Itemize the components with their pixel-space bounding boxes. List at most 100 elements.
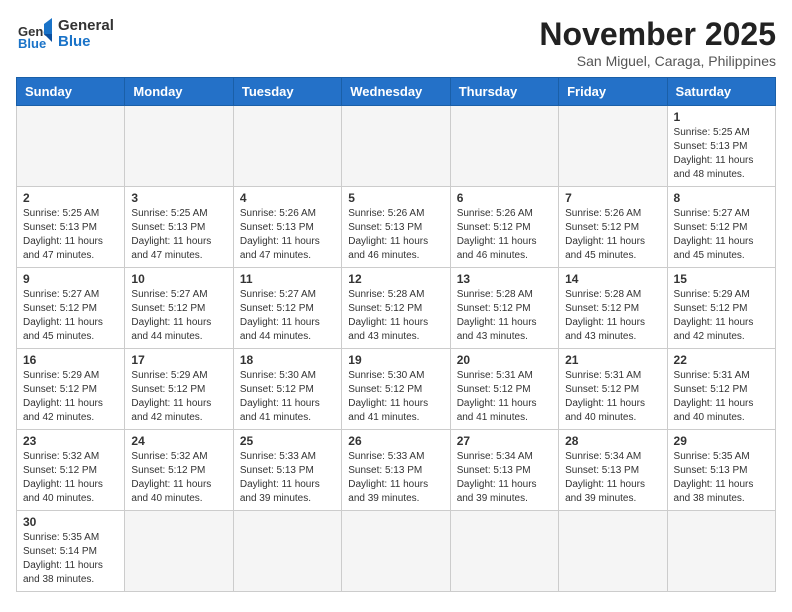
day-info: Sunrise: 5:34 AM Sunset: 5:13 PM Dayligh… <box>457 450 552 506</box>
calendar-week-4: 16 Sunrise: 5:29 AM Sunset: 5:12 PM Dayli… <box>17 349 776 430</box>
day-info: Sunrise: 5:31 AM Sunset: 5:12 PM Dayligh… <box>565 369 660 425</box>
day-number: 9 <box>23 272 118 286</box>
calendar-cell: 17Sunrise: 5:29 AM Sunset: 5:12 PM Dayli… <box>125 349 233 430</box>
day-info: Sunrise: 5:34 AM Sunset: 5:13 PM Dayligh… <box>565 450 660 506</box>
calendar-week-5: 23 Sunrise: 5:32 AM Sunset: 5:12 PM Dayli… <box>17 430 776 511</box>
calendar-week-1: 1 Sunrise: 5:25 AM Sunset: 5:13 PM Daylig… <box>17 106 776 187</box>
day-number: 22 <box>674 353 769 367</box>
day-info: Sunrise: 5:25 AM Sunset: 5:13 PM Dayligh… <box>131 207 226 263</box>
calendar-cell: 21 Sunrise: 5:31 AM Sunset: 5:12 PM Dayli… <box>559 349 667 430</box>
calendar-cell: 14 Sunrise: 5:28 AM Sunset: 5:12 PM Dayli… <box>559 268 667 349</box>
calendar-cell: 8Sunrise: 5:27 AM Sunset: 5:12 PM Daylig… <box>667 187 775 268</box>
calendar-cell: 4 Sunrise: 5:26 AM Sunset: 5:13 PM Daylig… <box>233 187 341 268</box>
title-area: November 2025 San Miguel, Caraga, Philip… <box>539 16 776 69</box>
logo-blue: Blue <box>58 34 114 51</box>
weekday-header-row: SundayMondayTuesdayWednesdayThursdayFrid… <box>17 78 776 106</box>
calendar-cell <box>667 511 775 592</box>
day-info: Sunrise: 5:28 AM Sunset: 5:12 PM Dayligh… <box>565 288 660 344</box>
day-number: 29 <box>674 434 769 448</box>
calendar-cell <box>125 511 233 592</box>
calendar-cell: 5Sunrise: 5:26 AM Sunset: 5:13 PM Daylig… <box>342 187 450 268</box>
day-info: Sunrise: 5:31 AM Sunset: 5:12 PM Dayligh… <box>674 369 769 425</box>
day-info: Sunrise: 5:27 AM Sunset: 5:12 PM Dayligh… <box>131 288 226 344</box>
calendar-cell: 1 Sunrise: 5:25 AM Sunset: 5:13 PM Daylig… <box>667 106 775 187</box>
calendar-cell: 18 Sunrise: 5:30 AM Sunset: 5:12 PM Dayli… <box>233 349 341 430</box>
calendar-cell: 22 Sunrise: 5:31 AM Sunset: 5:12 PM Dayli… <box>667 349 775 430</box>
day-number: 18 <box>240 353 335 367</box>
day-number: 19 <box>348 353 443 367</box>
calendar-cell <box>450 106 558 187</box>
day-info: Sunrise: 5:32 AM Sunset: 5:12 PM Dayligh… <box>23 450 118 506</box>
weekday-header-monday: Monday <box>125 78 233 106</box>
day-number: 27 <box>457 434 552 448</box>
day-number: 15 <box>674 272 769 286</box>
day-number: 21 <box>565 353 660 367</box>
day-info: Sunrise: 5:30 AM Sunset: 5:12 PM Dayligh… <box>348 369 443 425</box>
logo-icon: General Blue <box>16 16 52 52</box>
calendar-cell <box>342 106 450 187</box>
day-info: Sunrise: 5:35 AM Sunset: 5:13 PM Dayligh… <box>674 450 769 506</box>
calendar-cell: 11Sunrise: 5:27 AM Sunset: 5:12 PM Dayli… <box>233 268 341 349</box>
calendar-cell: 27 Sunrise: 5:34 AM Sunset: 5:13 PM Dayli… <box>450 430 558 511</box>
day-number: 23 <box>23 434 118 448</box>
month-title: November 2025 <box>539 16 776 53</box>
calendar-cell: 2 Sunrise: 5:25 AM Sunset: 5:13 PM Daylig… <box>17 187 125 268</box>
day-info: Sunrise: 5:28 AM Sunset: 5:12 PM Dayligh… <box>457 288 552 344</box>
calendar-cell: 23 Sunrise: 5:32 AM Sunset: 5:12 PM Dayli… <box>17 430 125 511</box>
calendar-cell: 13Sunrise: 5:28 AM Sunset: 5:12 PM Dayli… <box>450 268 558 349</box>
weekday-header-saturday: Saturday <box>667 78 775 106</box>
calendar-cell <box>342 511 450 592</box>
day-number: 25 <box>240 434 335 448</box>
weekday-header-tuesday: Tuesday <box>233 78 341 106</box>
day-info: Sunrise: 5:33 AM Sunset: 5:13 PM Dayligh… <box>240 450 335 506</box>
day-number: 6 <box>457 191 552 205</box>
day-number: 3 <box>131 191 226 205</box>
weekday-header-thursday: Thursday <box>450 78 558 106</box>
calendar-cell: 16 Sunrise: 5:29 AM Sunset: 5:12 PM Dayli… <box>17 349 125 430</box>
day-info: Sunrise: 5:35 AM Sunset: 5:14 PM Dayligh… <box>23 531 118 587</box>
day-info: Sunrise: 5:29 AM Sunset: 5:12 PM Dayligh… <box>23 369 118 425</box>
logo: General Blue General Blue <box>16 16 114 52</box>
day-info: Sunrise: 5:30 AM Sunset: 5:12 PM Dayligh… <box>240 369 335 425</box>
day-number: 8 <box>674 191 769 205</box>
svg-text:Blue: Blue <box>18 36 46 51</box>
day-number: 7 <box>565 191 660 205</box>
calendar-cell <box>559 511 667 592</box>
calendar-cell: 25 Sunrise: 5:33 AM Sunset: 5:13 PM Dayli… <box>233 430 341 511</box>
calendar-cell: 3 Sunrise: 5:25 AM Sunset: 5:13 PM Daylig… <box>125 187 233 268</box>
day-number: 28 <box>565 434 660 448</box>
day-number: 24 <box>131 434 226 448</box>
day-number: 26 <box>348 434 443 448</box>
day-info: Sunrise: 5:28 AM Sunset: 5:12 PM Dayligh… <box>348 288 443 344</box>
calendar-cell: 9 Sunrise: 5:27 AM Sunset: 5:12 PM Daylig… <box>17 268 125 349</box>
day-number: 16 <box>23 353 118 367</box>
calendar-cell: 24 Sunrise: 5:32 AM Sunset: 5:12 PM Dayli… <box>125 430 233 511</box>
day-info: Sunrise: 5:32 AM Sunset: 5:12 PM Dayligh… <box>131 450 226 506</box>
calendar-cell: 10 Sunrise: 5:27 AM Sunset: 5:12 PM Dayli… <box>125 268 233 349</box>
calendar-cell: 6Sunrise: 5:26 AM Sunset: 5:12 PM Daylig… <box>450 187 558 268</box>
logo-general: General <box>58 18 114 35</box>
day-number: 2 <box>23 191 118 205</box>
day-number: 5 <box>348 191 443 205</box>
subtitle: San Miguel, Caraga, Philippines <box>539 53 776 69</box>
day-info: Sunrise: 5:31 AM Sunset: 5:12 PM Dayligh… <box>457 369 552 425</box>
calendar-cell <box>125 106 233 187</box>
day-number: 1 <box>674 110 769 124</box>
calendar-cell: 15Sunrise: 5:29 AM Sunset: 5:12 PM Dayli… <box>667 268 775 349</box>
day-number: 10 <box>131 272 226 286</box>
day-info: Sunrise: 5:25 AM Sunset: 5:13 PM Dayligh… <box>674 126 769 182</box>
calendar-cell <box>233 106 341 187</box>
day-number: 11 <box>240 272 335 286</box>
weekday-header-sunday: Sunday <box>17 78 125 106</box>
day-info: Sunrise: 5:26 AM Sunset: 5:13 PM Dayligh… <box>240 207 335 263</box>
day-number: 30 <box>23 515 118 529</box>
day-info: Sunrise: 5:25 AM Sunset: 5:13 PM Dayligh… <box>23 207 118 263</box>
day-number: 14 <box>565 272 660 286</box>
day-info: Sunrise: 5:29 AM Sunset: 5:12 PM Dayligh… <box>131 369 226 425</box>
day-info: Sunrise: 5:27 AM Sunset: 5:12 PM Dayligh… <box>23 288 118 344</box>
calendar-cell <box>559 106 667 187</box>
day-number: 4 <box>240 191 335 205</box>
calendar-cell <box>17 106 125 187</box>
day-info: Sunrise: 5:26 AM Sunset: 5:12 PM Dayligh… <box>565 207 660 263</box>
calendar-cell: 20Sunrise: 5:31 AM Sunset: 5:12 PM Dayli… <box>450 349 558 430</box>
